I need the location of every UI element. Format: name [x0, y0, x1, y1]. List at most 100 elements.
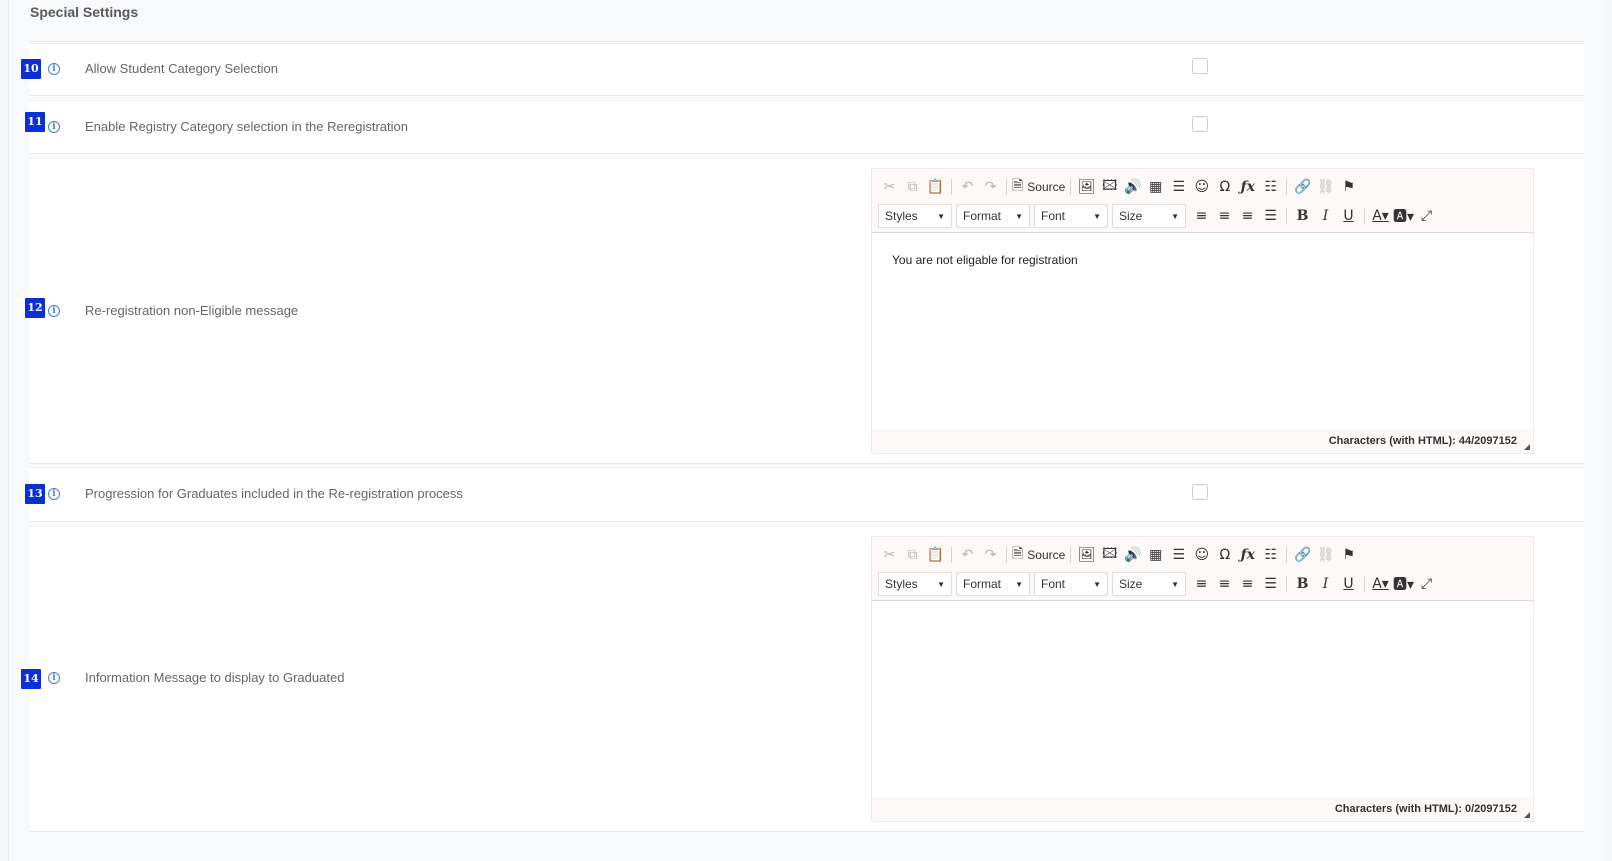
paste-icon[interactable]: 📋 [924, 543, 947, 567]
list-icon[interactable]: ☷ [1259, 175, 1282, 199]
formula-icon[interactable]: ƒx [1236, 543, 1259, 567]
horizontal-line-icon[interactable]: ☰ [1167, 543, 1190, 567]
allow-student-category-checkbox[interactable] [1192, 58, 1208, 74]
source-button[interactable]: 🗎 Source [1011, 175, 1066, 199]
table-icon[interactable]: ▦ [1144, 175, 1167, 199]
align-left-icon[interactable]: ≡ [1190, 572, 1213, 596]
redo-icon[interactable]: ↷ [979, 175, 1002, 199]
image-icon[interactable]: 🖼 [1075, 543, 1098, 567]
info-icon[interactable]: i [48, 63, 60, 75]
rich-text-editor-noneligible[interactable]: ✂ ⧉ 📋 ↶ ↷ 🗎Source 🖼 🖾 🔊 ▦ ☰ ☺ Ω ƒx ☷ 🔗 [871, 168, 1534, 454]
list-icon[interactable]: ☷ [1259, 543, 1282, 567]
setting-number-badge: 11 [25, 112, 45, 132]
setting-number-badge: 13 [25, 484, 45, 504]
info-icon[interactable]: i [48, 305, 60, 317]
maximize-icon[interactable]: ⤢ [1415, 572, 1438, 596]
copy-icon[interactable]: ⧉ [901, 175, 924, 199]
italic-icon[interactable]: I [1314, 204, 1337, 228]
setting-row-13: 13 i Progression for Graduates included … [25, 467, 1584, 522]
setting-label: Information Message to display to Gradua… [85, 670, 345, 685]
size-dropdown[interactable]: Size ▼ [1112, 572, 1186, 596]
text-color-icon[interactable]: A▾ [1369, 204, 1392, 228]
link-icon[interactable]: 🔗 [1291, 175, 1314, 199]
italic-icon[interactable]: I [1314, 572, 1337, 596]
undo-icon[interactable]: ↶ [956, 175, 979, 199]
size-dropdown[interactable]: Size ▼ [1112, 204, 1186, 228]
chevron-down-icon: ▼ [937, 579, 945, 589]
background-color-icon[interactable]: 🅰▾ [1392, 204, 1415, 228]
resize-handle[interactable] [1524, 444, 1530, 450]
styles-dropdown[interactable]: Styles ▼ [878, 204, 952, 228]
chevron-down-icon: ▼ [1171, 579, 1179, 589]
align-right-icon[interactable]: ≡ [1236, 572, 1259, 596]
underline-icon[interactable]: U [1337, 572, 1360, 596]
font-dropdown[interactable]: Font ▼ [1034, 204, 1108, 228]
image-icon[interactable]: 🖼 [1075, 175, 1098, 199]
editor-content[interactable]: You are not eligable for registration [872, 233, 1533, 287]
image-alt-icon[interactable]: 🖾 [1098, 543, 1121, 567]
chevron-down-icon: ▼ [937, 211, 945, 221]
copy-icon[interactable]: ⧉ [901, 543, 924, 567]
align-left-icon[interactable]: ≡ [1190, 204, 1213, 228]
bold-icon[interactable]: B [1291, 572, 1314, 596]
anchor-flag-icon[interactable]: ⚑ [1337, 543, 1360, 567]
info-icon[interactable]: i [48, 672, 60, 684]
table-icon[interactable]: ▦ [1144, 543, 1167, 567]
justify-icon[interactable]: ☰ [1259, 572, 1282, 596]
font-dropdown[interactable]: Font ▼ [1034, 572, 1108, 596]
setting-number-badge: 14 [21, 669, 41, 689]
progression-graduates-checkbox[interactable] [1192, 484, 1208, 500]
styles-dropdown[interactable]: Styles ▼ [878, 572, 952, 596]
audio-icon[interactable]: 🔊 [1121, 175, 1144, 199]
audio-icon[interactable]: 🔊 [1121, 543, 1144, 567]
format-dropdown[interactable]: Format ▼ [956, 572, 1030, 596]
setting-label: Enable Registry Category selection in th… [85, 119, 409, 134]
image-alt-icon[interactable]: 🖾 [1098, 175, 1121, 199]
resize-handle[interactable] [1524, 812, 1530, 818]
source-button[interactable]: 🗎 Source [1011, 543, 1066, 567]
chevron-down-icon: ▼ [1093, 211, 1101, 221]
character-count: Characters (with HTML): 44/2097152 [872, 429, 1533, 453]
format-dropdown[interactable]: Format ▼ [956, 204, 1030, 228]
special-char-icon[interactable]: Ω [1213, 175, 1236, 199]
formula-icon[interactable]: ƒx [1236, 175, 1259, 199]
paste-icon[interactable]: 📋 [924, 175, 947, 199]
section-title: Special Settings [30, 4, 139, 20]
underline-icon[interactable]: U [1337, 204, 1360, 228]
link-icon[interactable]: 🔗 [1291, 543, 1314, 567]
redo-icon[interactable]: ↷ [979, 543, 1002, 567]
setting-number-badge: 10 [21, 59, 41, 79]
info-icon[interactable]: i [48, 121, 60, 133]
special-char-icon[interactable]: Ω [1213, 543, 1236, 567]
cut-icon[interactable]: ✂ [878, 543, 901, 567]
setting-label: Progression for Graduates included in th… [85, 486, 463, 501]
justify-icon[interactable]: ☰ [1259, 204, 1282, 228]
text-color-icon[interactable]: A▾ [1369, 572, 1392, 596]
background-color-icon[interactable]: 🅰▾ [1392, 572, 1415, 596]
special-settings-panel: Special Settings 10 i Allow Student Cate… [8, 0, 1604, 861]
enable-registry-category-checkbox[interactable] [1192, 116, 1208, 132]
setting-label: Re-registration non-Eligible message [85, 303, 299, 318]
section-divider [29, 41, 1584, 42]
smiley-icon[interactable]: ☺ [1190, 543, 1213, 567]
align-right-icon[interactable]: ≡ [1236, 204, 1259, 228]
info-icon[interactable]: i [48, 488, 60, 500]
align-center-icon[interactable]: ≡ [1213, 572, 1236, 596]
unlink-icon[interactable]: ⛓ [1314, 175, 1337, 199]
chevron-down-icon: ▼ [1093, 579, 1101, 589]
unlink-icon[interactable]: ⛓ [1314, 543, 1337, 567]
cut-icon[interactable]: ✂ [878, 175, 901, 199]
setting-row-11: 11 i Enable Registry Category selection … [25, 100, 1584, 154]
maximize-icon[interactable]: ⤢ [1415, 204, 1438, 228]
undo-icon[interactable]: ↶ [956, 543, 979, 567]
bold-icon[interactable]: B [1291, 204, 1314, 228]
rich-text-editor-graduated[interactable]: ✂ ⧉ 📋 ↶ ↷ 🗎Source 🖼 🖾 🔊 ▦ ☰ ☺ Ω ƒx ☷ 🔗 [871, 536, 1534, 822]
anchor-flag-icon[interactable]: ⚑ [1337, 175, 1360, 199]
editor-content[interactable] [872, 601, 1533, 641]
smiley-icon[interactable]: ☺ [1190, 175, 1213, 199]
chevron-down-icon: ▼ [1015, 211, 1023, 221]
horizontal-line-icon[interactable]: ☰ [1167, 175, 1190, 199]
align-center-icon[interactable]: ≡ [1213, 204, 1236, 228]
editor-toolbar: ✂ ⧉ 📋 ↶ ↷ 🗎Source 🖼 🖾 🔊 ▦ ☰ ☺ Ω ƒx ☷ 🔗 [872, 537, 1533, 601]
character-count: Characters (with HTML): 0/2097152 [872, 797, 1533, 821]
